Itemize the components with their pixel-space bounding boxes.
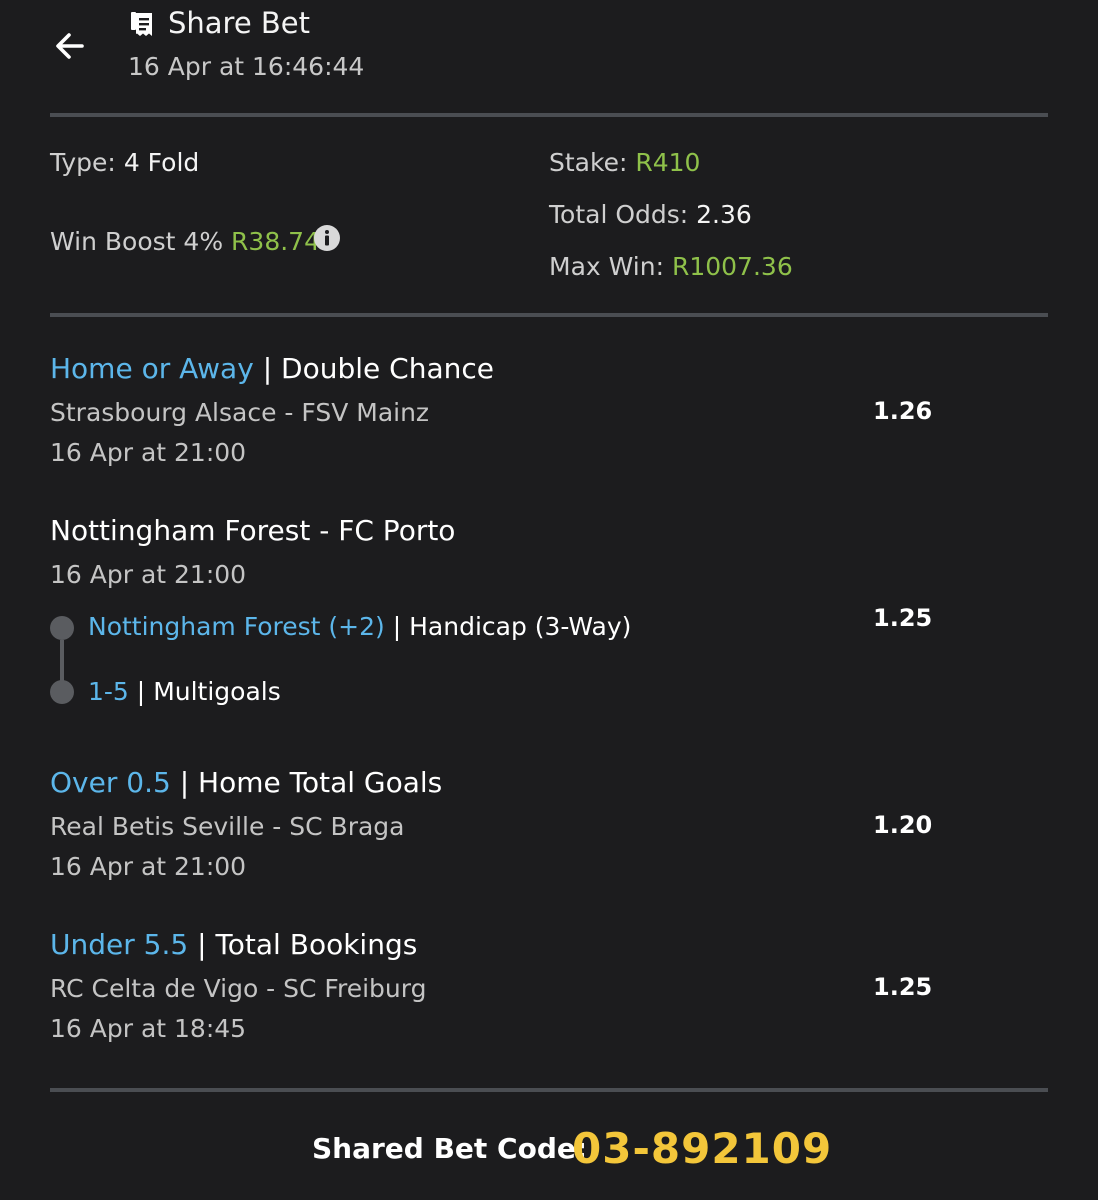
selection-4-match: RC Celta de Vigo - SC Freiburg xyxy=(50,974,427,1003)
shared-code-value[interactable]: 03-892109 xyxy=(572,1124,832,1173)
selection-3-title: Over 0.5 | Home Total Goals xyxy=(50,766,443,799)
selection-1-pick: Home or Away xyxy=(50,352,254,385)
selection-4-time: 16 Apr at 18:45 xyxy=(50,1014,247,1043)
footer-divider xyxy=(50,1088,1048,1092)
selection-1-time: 16 Apr at 21:00 xyxy=(50,438,247,467)
selection-2-time: 16 Apr at 21:00 xyxy=(50,560,247,589)
receipt-icon xyxy=(128,10,154,38)
max-win-value: R1007.36 xyxy=(671,252,793,281)
leg-1-pick: Nottingham Forest (+2) xyxy=(88,612,385,641)
bet-type: Type: 4 Fold xyxy=(50,148,199,177)
max-win: Max Win: R1007.36 xyxy=(549,252,793,281)
stake: Stake: R410 xyxy=(549,148,700,177)
total-odds-label: Total Odds: xyxy=(549,200,689,229)
selection-4-market: Total Bookings xyxy=(215,928,418,961)
selection-1-market: Double Chance xyxy=(281,352,494,385)
stake-label: Stake: xyxy=(549,148,628,177)
selection-3-time: 16 Apr at 21:00 xyxy=(50,852,247,881)
leg-1-market: Handicap (3-Way) xyxy=(409,612,632,641)
win-boost: Win Boost 4% R38.74 xyxy=(50,227,320,256)
total-odds-value: 2.36 xyxy=(696,200,752,229)
leg-dot xyxy=(50,680,74,704)
selection-4-odds: 1.25 xyxy=(873,973,933,1001)
shared-code-label: Shared Bet Code: xyxy=(312,1132,588,1165)
bet-type-label: Type: xyxy=(50,148,116,177)
page-timestamp: 16 Apr at 16:46:44 xyxy=(128,52,365,81)
win-boost-label: Win Boost 4% xyxy=(50,227,224,256)
selection-4-title: Under 5.5 | Total Bookings xyxy=(50,928,418,961)
selection-2-leg-1: Nottingham Forest (+2) | Handicap (3-Way… xyxy=(88,612,632,641)
total-odds: Total Odds: 2.36 xyxy=(549,200,752,229)
win-boost-value: R38.74 xyxy=(231,227,320,256)
leg-2-market: Multigoals xyxy=(153,677,281,706)
selection-1-odds: 1.26 xyxy=(873,397,933,425)
selection-3-match: Real Betis Seville - SC Braga xyxy=(50,812,405,841)
info-icon[interactable] xyxy=(313,224,341,252)
stake-value: R410 xyxy=(635,148,701,177)
selection-3-odds: 1.20 xyxy=(873,811,933,839)
bet-type-value: 4 Fold xyxy=(123,148,200,177)
selection-2-match: Nottingham Forest - FC Porto xyxy=(50,514,456,547)
selection-4-pick: Under 5.5 xyxy=(50,928,189,961)
selection-1-match: Strasbourg Alsace - FSV Mainz xyxy=(50,398,430,427)
selection-3-market: Home Total Goals xyxy=(198,766,443,799)
leg-2-pick: 1-5 xyxy=(88,677,129,706)
max-win-label: Max Win: xyxy=(549,252,665,281)
selection-2-odds: 1.25 xyxy=(873,604,933,632)
back-button[interactable] xyxy=(50,26,90,66)
selection-3-pick: Over 0.5 xyxy=(50,766,171,799)
header-divider xyxy=(50,113,1048,117)
selection-1-title: Home or Away | Double Chance xyxy=(50,352,494,385)
page-title: Share Bet xyxy=(168,6,311,40)
selection-2-leg-2: 1-5 | Multigoals xyxy=(88,677,281,706)
arrow-left-icon xyxy=(56,33,84,59)
leg-dot xyxy=(50,616,74,640)
summary-divider xyxy=(50,313,1048,317)
